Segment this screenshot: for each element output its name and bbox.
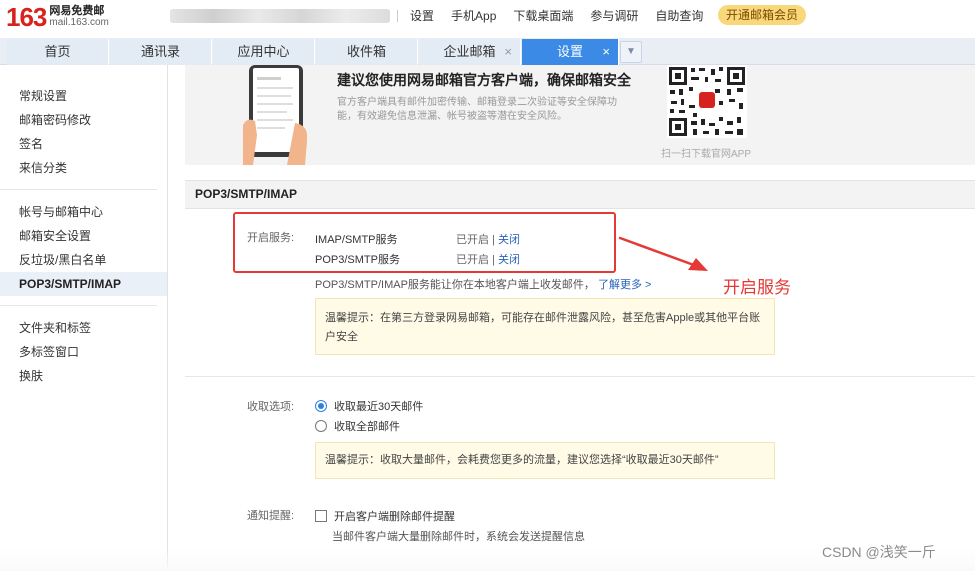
sidebar-group-misc: 文件夹和标签 多标签窗口 换肤 (0, 306, 157, 397)
tab-label: 首页 (44, 44, 71, 59)
sidebar-item-folders-labels[interactable]: 文件夹和标签 (0, 316, 157, 340)
mobile-app-link[interactable]: 手机App (451, 8, 496, 24)
section-title: POP3/SMTP/IMAP (185, 180, 975, 209)
tab-label: 企业邮箱 (443, 44, 496, 59)
security-tip: 温馨提示：在第三方登录网易邮箱，可能存在邮件泄露风险，甚至危害Apple或其他平… (315, 298, 775, 355)
sidebar-item-password[interactable]: 邮箱密码修改 (0, 108, 157, 132)
tab-label: 通讯录 (140, 44, 180, 59)
logo-url: mail.163.com (49, 17, 109, 28)
tab-label: 收件箱 (346, 44, 386, 59)
sidebar-item-general[interactable]: 常规设置 (0, 84, 157, 108)
logo-text: 网易免费邮 mail.163.com (49, 5, 108, 29)
logo-title: 网易免费邮 (49, 5, 105, 17)
radio-recent-30-days[interactable]: 收取最近30天邮件 (315, 398, 423, 414)
tab-app-center[interactable]: 应用中心 (213, 39, 315, 65)
traffic-tip: 温馨提示：收取大量邮件，会耗费您更多的流量，建议您选择“收取最近30天邮件” (315, 442, 775, 479)
watermark: CSDN @浅笑一斤 (822, 544, 936, 560)
tab-close-icon[interactable]: × (504, 39, 512, 65)
vip-membership-button[interactable]: 开通邮箱会员 (718, 5, 807, 25)
settings-link[interactable]: 设置 (410, 8, 434, 24)
highlight-box (233, 212, 616, 273)
radio-label: 收取最近30天邮件 (334, 401, 424, 413)
client-promo-banner: 建议您使用网易邮箱官方客户端，确保邮箱安全 官方客户端具有邮件加密传输、邮箱登录… (185, 65, 975, 165)
divider (185, 376, 975, 377)
sidebar-item-security[interactable]: 邮箱安全设置 (0, 224, 157, 248)
sidebar-item-mail-filter[interactable]: 来信分类 (0, 156, 157, 180)
checkbox-label: 开启客户端删除邮件提醒 (334, 511, 455, 523)
sidebar-item-signature[interactable]: 签名 (0, 132, 157, 156)
sidebar-group-general: 常规设置 邮箱密码修改 签名 来信分类 (0, 65, 157, 190)
desktop-download-link[interactable]: 下载桌面端 (513, 8, 573, 24)
sidebar-item-antispam[interactable]: 反垃圾/黑白名单 (0, 248, 157, 272)
annotation-text: 开启服务 (723, 278, 791, 297)
promo-description: 官方客户端具有邮件加密传输、邮箱登录二次验证等安全保障功能，有效避免信息泄漏、帐… (337, 97, 617, 122)
tab-settings[interactable]: 设置 × (522, 39, 619, 65)
annotation-arrow-icon (618, 236, 708, 271)
receive-options-label: 收取选项: (247, 401, 295, 413)
promo-title: 建议您使用网易邮箱官方客户端，确保邮箱安全 (337, 72, 631, 88)
phone-hand-illustration (243, 65, 307, 165)
qr-caption: 扫一扫下载官网APP (661, 149, 752, 160)
logo[interactable]: 163 网易免费邮 mail.163.com (6, 2, 109, 32)
sidebar-item-account-center[interactable]: 帐号与邮箱中心 (0, 200, 157, 224)
blurred-user-account (170, 9, 390, 23)
notify-label: 通知提醒: (247, 510, 295, 522)
sidebar-group-account: 帐号与邮箱中心 邮箱安全设置 反垃圾/黑白名单 POP3/SMTP/IMAP (0, 190, 167, 306)
sidebar-item-skin[interactable]: 换肤 (0, 364, 157, 388)
settings-main: 建议您使用网易邮箱官方客户端，确保邮箱安全 官方客户端具有邮件加密传输、邮箱登录… (185, 65, 975, 571)
tab-bar: 首页 通讯录 应用中心 收件箱 企业邮箱 × 设置 × ▼ (0, 38, 975, 65)
service-info-text: POP3/SMTP/IMAP服务能让你在本地客户端上收发邮件， (315, 279, 595, 291)
qr-code-icon (667, 65, 747, 138)
checkbox-icon[interactable] (315, 510, 327, 522)
chevron-down-icon[interactable]: ▼ (620, 41, 642, 63)
self-service-link[interactable]: 自助查询 (655, 8, 703, 24)
tab-inbox[interactable]: 收件箱 (316, 39, 418, 65)
top-divider (397, 10, 398, 22)
tab-enterprise-mail[interactable]: 企业邮箱 × (419, 39, 521, 65)
radio-checked-icon[interactable] (315, 400, 327, 412)
radio-label: 收取全部邮件 (334, 421, 400, 433)
tab-label: 设置 (556, 44, 583, 59)
radio-unchecked-icon[interactable] (315, 420, 327, 432)
settings-sidebar: 常规设置 邮箱密码修改 签名 来信分类 帐号与邮箱中心 邮箱安全设置 反垃圾/黑… (0, 65, 168, 571)
top-bar: 163 网易免费邮 mail.163.com 设置 手机App 下载桌面端 参与… (0, 0, 975, 38)
survey-link[interactable]: 参与调研 (590, 8, 638, 24)
learn-more-link[interactable]: 了解更多 > (598, 279, 651, 291)
tab-label: 应用中心 (237, 44, 290, 59)
top-links: 设置 手机App 下载桌面端 参与调研 自助查询 (410, 8, 720, 24)
tab-home[interactable]: 首页 (7, 39, 109, 65)
tab-close-icon[interactable]: × (602, 39, 610, 65)
radio-all-mail[interactable]: 收取全部邮件 (315, 418, 400, 434)
notify-description: 当邮件客户端大量删除邮件时，系统会发送提醒信息 (332, 531, 585, 543)
service-info: POP3/SMTP/IMAP服务能让你在本地客户端上收发邮件， 了解更多 > (315, 276, 651, 292)
tab-contacts[interactable]: 通讯录 (110, 39, 212, 65)
sidebar-item-multi-tab[interactable]: 多标签窗口 (0, 340, 157, 364)
logo-number: 163 (6, 2, 47, 32)
sidebar-item-pop3-smtp-imap[interactable]: POP3/SMTP/IMAP (0, 272, 167, 296)
delete-reminder-checkbox-row[interactable]: 开启客户端删除邮件提醒 (315, 508, 455, 524)
